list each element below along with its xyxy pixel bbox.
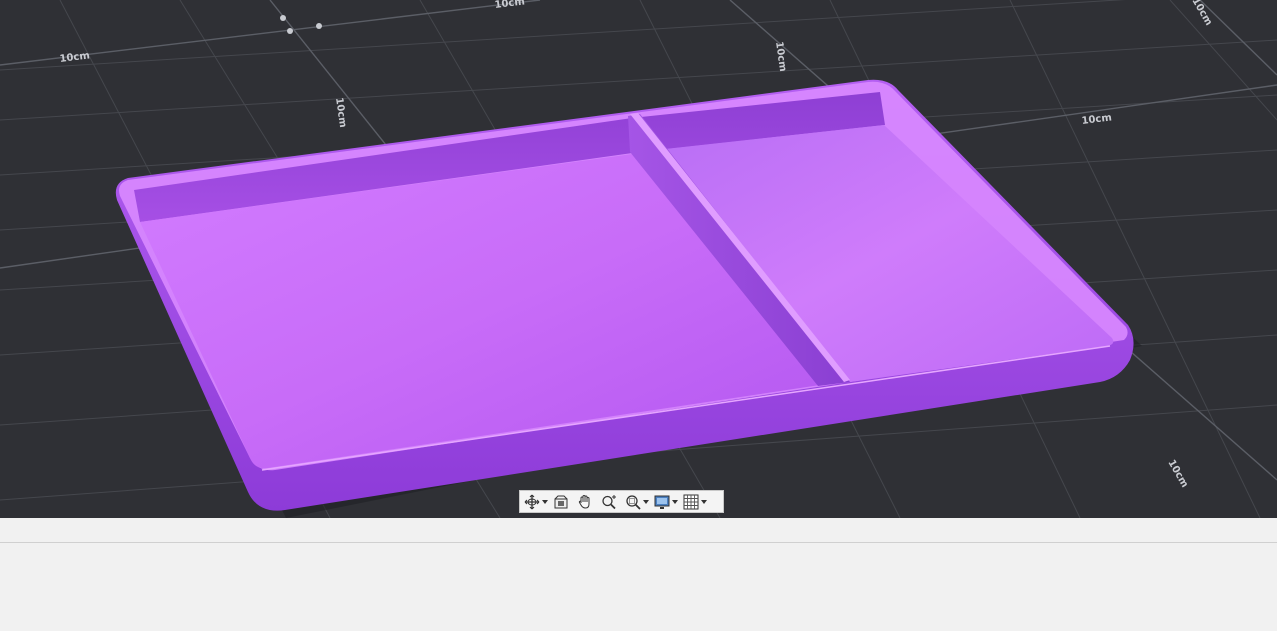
zoom-button[interactable] [601, 492, 617, 511]
orbit-icon [524, 494, 540, 509]
grid-label: 10cm [494, 0, 525, 11]
display-settings-icon [654, 495, 670, 509]
panel-divider [0, 542, 1277, 543]
look-at-icon [554, 495, 568, 508]
chevron-down-icon[interactable] [541, 499, 548, 504]
chevron-down-icon[interactable] [671, 499, 678, 504]
display-settings-button[interactable] [654, 492, 678, 511]
grid-label: 10cm [1189, 0, 1214, 28]
pan-hand-icon [578, 494, 590, 509]
grid-settings-icon [683, 494, 699, 509]
zoom-icon [602, 494, 616, 509]
pan-button[interactable] [577, 492, 593, 511]
bottom-panel [0, 518, 1277, 631]
grid-label: 10cm [333, 97, 348, 129]
zoom-window-icon [626, 494, 641, 510]
grid-label: 10cm [59, 50, 90, 65]
zoom-window-button[interactable] [625, 492, 649, 511]
chevron-down-icon[interactable] [642, 499, 649, 504]
navigation-toolbar [519, 490, 724, 513]
3d-viewport[interactable]: 10cm 10cm 10cm 10cm 10cm 10cm 10cm [0, 0, 1277, 518]
chevron-down-icon[interactable] [700, 499, 707, 504]
grid-label: 10cm [1165, 458, 1190, 490]
orbit-button[interactable] [524, 492, 548, 511]
look-at-button[interactable] [553, 492, 569, 511]
grid-label: 10cm [1081, 112, 1112, 127]
grid-label: 10cm [773, 41, 788, 73]
scene-canvas[interactable]: 10cm 10cm 10cm 10cm 10cm 10cm 10cm [0, 0, 1277, 518]
grid-settings-button[interactable] [683, 492, 707, 511]
